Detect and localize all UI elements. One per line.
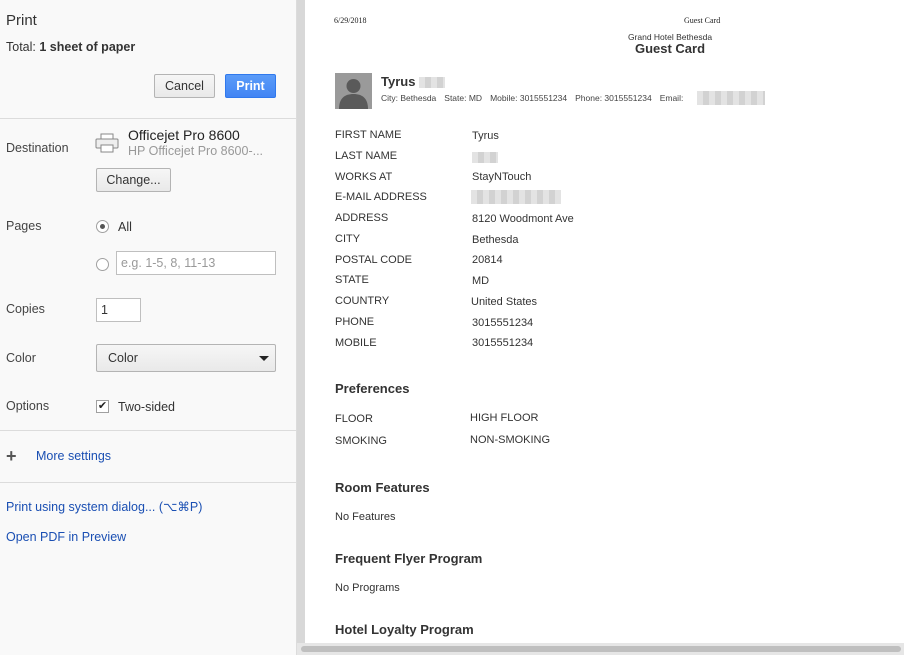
field-value: 3015551234 — [472, 317, 534, 329]
pages-label: Pages — [6, 219, 42, 233]
divider — [0, 482, 296, 483]
guest-name: Tyrus — [381, 74, 416, 89]
print-date: 6/29/2018 — [334, 16, 367, 25]
field-label: E-MAIL ADDRESS — [335, 191, 427, 203]
avatar — [335, 73, 372, 109]
open-pdf-link[interactable]: Open PDF in Preview — [6, 530, 126, 544]
sheet-total: Total: 1 sheet of paper — [6, 40, 135, 54]
field-label: LAST NAME — [335, 150, 398, 162]
field-value: StayNTouch — [472, 171, 532, 183]
field-label: MOBILE — [335, 337, 377, 349]
frequent-flyer-title: Frequent Flyer Program — [335, 551, 483, 566]
divider — [0, 118, 296, 119]
redacted-last-name — [419, 77, 445, 88]
change-destination-button[interactable]: Change... — [96, 168, 171, 192]
pages-custom-radio[interactable] — [96, 258, 109, 271]
field-value: Bethesda — [472, 234, 519, 246]
field-value: 20814 — [472, 254, 503, 266]
guest-meta: City: Bethesda State: MD Mobile: 301555123… — [381, 93, 691, 103]
preferences-title: Preferences — [335, 381, 410, 396]
page-header-title: Guest Card — [684, 16, 721, 25]
redacted-email-value — [471, 190, 561, 204]
field-label: CITY — [335, 233, 361, 245]
frequent-flyer-text: No Programs — [335, 582, 400, 594]
field-label: FIRST NAME — [335, 129, 402, 141]
preference-label: FLOOR — [335, 413, 373, 425]
field-label: PHONE — [335, 316, 375, 328]
options-label: Options — [6, 399, 50, 413]
print-preview-area: 6/29/2018 Guest Card Grand Hotel Bethesd… — [297, 0, 904, 655]
field-value: United States — [471, 296, 538, 308]
dialog-title: Print — [6, 12, 37, 29]
printer-icon — [95, 133, 119, 153]
field-value: 3015551234 — [472, 337, 534, 349]
color-label: Color — [6, 351, 36, 365]
plus-icon[interactable]: + — [6, 446, 17, 467]
field-label: ADDRESS — [335, 212, 389, 224]
field-label: WORKS AT — [335, 171, 393, 183]
pages-range-input[interactable]: e.g. 1-5, 8, 11-13 — [116, 251, 276, 275]
guest-state: State: MD — [444, 93, 483, 103]
pages-all-label: All — [118, 220, 132, 234]
pages-all-radio[interactable] — [96, 220, 109, 233]
color-select[interactable]: Color — [96, 344, 276, 372]
divider — [0, 430, 296, 431]
printer-sub: HP Officejet Pro 8600-... — [128, 144, 264, 158]
print-button[interactable]: Print — [225, 74, 276, 98]
chevron-down-icon — [259, 356, 269, 361]
guest-phone: Phone: 3015551234 — [575, 93, 652, 103]
preview-page: 6/29/2018 Guest Card Grand Hotel Bethesd… — [305, 0, 904, 643]
card-title: Guest Card — [634, 41, 706, 56]
guest-city: City: Bethesda — [381, 93, 437, 103]
total-prefix: Total: — [6, 40, 40, 54]
copies-label: Copies — [6, 302, 45, 316]
horizontal-scrollbar[interactable] — [297, 643, 904, 655]
color-selected-value: Color — [108, 351, 138, 365]
field-value: 8120 Woodmont Ave — [472, 213, 574, 225]
more-settings-link[interactable]: More settings — [36, 449, 111, 463]
two-sided-checkbox[interactable]: ✔ — [96, 400, 109, 413]
cancel-button[interactable]: Cancel — [154, 74, 215, 98]
person-icon — [339, 79, 368, 109]
guest-email: Email: — [659, 93, 684, 103]
field-value: MD — [472, 275, 490, 287]
room-features-title: Room Features — [335, 480, 430, 495]
destination-label: Destination — [6, 141, 69, 155]
field-value: Tyrus — [472, 130, 499, 142]
preference-value: NON-SMOKING — [470, 434, 551, 446]
two-sided-label: Two-sided — [118, 400, 175, 414]
print-settings-panel: Print Total: 1 sheet of paper Cancel Pri… — [0, 0, 297, 655]
preference-value: HIGH FLOOR — [470, 412, 539, 424]
guest-mobile: Mobile: 3015551234 — [490, 93, 568, 103]
field-label: COUNTRY — [335, 295, 390, 307]
room-features-text: No Features — [335, 511, 396, 523]
hotel-loyalty-title: Hotel Loyalty Program — [335, 622, 474, 637]
preference-label: SMOKING — [335, 435, 387, 447]
redacted-email — [697, 91, 765, 105]
scrollbar-thumb[interactable] — [301, 646, 901, 652]
checkmark-icon: ✔ — [97, 400, 108, 412]
total-value: 1 sheet of paper — [39, 40, 136, 54]
system-dialog-link[interactable]: Print using system dialog... (⌥⌘P) — [6, 499, 202, 514]
copies-input[interactable]: 1 — [96, 298, 141, 322]
field-label: STATE — [335, 274, 369, 286]
field-label: POSTAL CODE — [335, 254, 413, 266]
printer-name: Officejet Pro 8600 — [128, 127, 240, 143]
redacted-last-name-value — [472, 152, 498, 163]
